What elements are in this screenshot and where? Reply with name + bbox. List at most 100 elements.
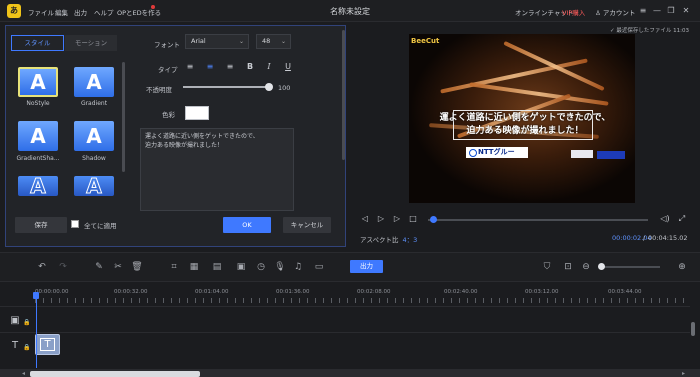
- fit-timeline-icon[interactable]: ⊡: [562, 261, 574, 273]
- edit-pen-icon[interactable]: ✎: [93, 261, 105, 273]
- undo-icon[interactable]: ↶: [36, 261, 48, 273]
- marker-icon[interactable]: ⛉: [541, 261, 553, 273]
- align-right-icon[interactable]: ≡: [224, 61, 236, 73]
- delete-icon[interactable]: 🗑: [131, 261, 143, 273]
- menu-file[interactable]: ファイル: [28, 7, 54, 17]
- apply-all-checkbox[interactable]: [71, 220, 79, 228]
- scroll-right-icon[interactable]: ▸: [682, 370, 685, 377]
- style-gradientshadow-thumb[interactable]: A: [18, 121, 58, 151]
- minimize-icon[interactable]: —: [651, 5, 663, 17]
- ruler-label: 00:02:08.00: [357, 289, 391, 295]
- account-label: アカウント: [602, 9, 636, 17]
- lock-icon[interactable]: 🔒: [23, 319, 30, 326]
- timeline-zoom-slider[interactable]: [600, 266, 660, 268]
- tab-style[interactable]: スタイル: [11, 35, 64, 51]
- preview-caption: 運よく道路に近い側をゲットできたので、 迫力ある映像が撮れました！: [439, 113, 611, 136]
- export-button[interactable]: 出力: [350, 260, 383, 273]
- next-frame-icon[interactable]: ▷: [392, 214, 402, 224]
- duration-icon[interactable]: ◷: [255, 261, 267, 273]
- style-shadow-thumb[interactable]: A: [74, 121, 114, 151]
- styles-scrollbar[interactable]: [122, 62, 125, 172]
- stop-icon[interactable]: □: [408, 214, 418, 224]
- panel-scrollbar[interactable]: [342, 30, 345, 160]
- chevron-down-icon: ⌄: [238, 38, 244, 45]
- account-menu[interactable]: ♙ アカウント: [595, 7, 635, 17]
- restore-icon[interactable]: ❐: [665, 5, 677, 17]
- font-value: Arial: [191, 37, 206, 45]
- ntt-sign: NTTグルー: [466, 147, 528, 158]
- zoom-out-icon[interactable]: ⊖: [580, 261, 592, 273]
- ruler-label: 00:02:40.00: [444, 289, 478, 295]
- close-icon[interactable]: ✕: [680, 5, 692, 17]
- style-outline2-thumb[interactable]: A: [74, 176, 114, 197]
- mosaic-icon[interactable]: ▦: [188, 261, 200, 273]
- text-content-input[interactable]: 運よく道路に近い側をゲットできたので、 迫力ある映像が撮れました！: [140, 128, 294, 211]
- style-label: NoStyle: [26, 100, 50, 107]
- freeze-icon[interactable]: ▤: [211, 261, 223, 273]
- opacity-slider-handle[interactable]: [265, 83, 273, 91]
- play-icon[interactable]: ▷: [376, 214, 386, 224]
- color-label: 色彩: [162, 111, 175, 119]
- text-color-swatch[interactable]: [185, 106, 209, 120]
- screen-icon[interactable]: ▭: [313, 261, 325, 273]
- font-size-value: 48: [262, 37, 271, 45]
- style-nostyle-thumb[interactable]: A: [18, 67, 58, 97]
- ok-button[interactable]: OK: [223, 217, 271, 233]
- redo-icon[interactable]: ↷: [57, 261, 69, 273]
- underline-button[interactable]: U: [282, 61, 294, 73]
- playhead-line: [36, 298, 37, 368]
- aspect-ratio[interactable]: アスペクト比 4：3: [360, 234, 417, 244]
- text-track-icon: T: [11, 340, 19, 351]
- cancel-button[interactable]: キャンセル: [283, 217, 331, 233]
- video-track[interactable]: [0, 306, 690, 330]
- playback-progress[interactable]: [428, 219, 648, 221]
- beecut-watermark: BeeCut: [411, 37, 440, 45]
- style-label: Shadow: [82, 155, 106, 162]
- lantern: [571, 150, 593, 158]
- fullscreen-icon[interactable]: ⤢: [677, 214, 687, 224]
- font-size-dropdown[interactable]: 48 ⌄: [256, 34, 291, 49]
- menu-op-ed[interactable]: OPとEDを作る: [117, 7, 161, 17]
- zoom-in-icon[interactable]: ⊕: [676, 261, 688, 273]
- timeline-zoom-handle[interactable]: [598, 263, 605, 270]
- align-left-icon[interactable]: ≡: [184, 61, 196, 73]
- lock-icon[interactable]: 🔒: [23, 344, 30, 351]
- app-logo: あ: [7, 4, 21, 18]
- save-status: ✓ 最近保存したファイル 11:03: [610, 26, 689, 34]
- crop-icon[interactable]: ⌗: [168, 261, 180, 273]
- italic-button[interactable]: I: [263, 61, 275, 73]
- style-gradient-thumb[interactable]: A: [74, 67, 114, 97]
- text-track[interactable]: [0, 332, 690, 356]
- menu-icon[interactable]: ≡: [637, 5, 649, 17]
- save-button[interactable]: 保存: [15, 217, 67, 233]
- timeline-horizontal-scrollbar[interactable]: [30, 371, 200, 377]
- menu-help[interactable]: ヘルプ: [94, 7, 114, 17]
- ruler-ticks: [35, 298, 690, 303]
- timeline-vertical-scrollbar[interactable]: [691, 322, 695, 336]
- font-dropdown[interactable]: Arial ⌄: [185, 34, 249, 49]
- type-label: タイプ: [158, 66, 178, 74]
- tab-motion[interactable]: モーション: [65, 35, 117, 51]
- opacity-slider[interactable]: [183, 86, 269, 88]
- font-label: フォント: [154, 41, 180, 49]
- menu-output[interactable]: 出力: [74, 7, 87, 17]
- vip-purchase-link[interactable]: VIP購入: [562, 7, 585, 17]
- scroll-left-icon[interactable]: ◂: [22, 370, 25, 377]
- text-clip[interactable]: T: [35, 334, 60, 355]
- style-outline-thumb[interactable]: A: [18, 176, 58, 197]
- ruler-label: 00:01:04.00: [195, 289, 229, 295]
- audio-icon[interactable]: ♫: [292, 261, 304, 273]
- microphone-icon[interactable]: 🎙: [274, 261, 286, 273]
- total-time: 00:04:15.02: [648, 234, 688, 242]
- lantern: [597, 151, 625, 159]
- ruler-label: 00:01:36.00: [276, 289, 310, 295]
- apply-all-label: 全てに適用: [84, 222, 117, 230]
- transition-icon[interactable]: ▣: [235, 261, 247, 273]
- align-center-icon[interactable]: ≡: [204, 61, 216, 73]
- prev-frame-icon[interactable]: ◁: [360, 214, 370, 224]
- menu-edit[interactable]: 編集: [55, 7, 68, 17]
- scissors-icon[interactable]: ✂: [112, 261, 124, 273]
- ruler-label: 00:03:12.00: [525, 289, 559, 295]
- volume-icon[interactable]: ◁): [660, 214, 670, 224]
- bold-button[interactable]: B: [244, 61, 256, 73]
